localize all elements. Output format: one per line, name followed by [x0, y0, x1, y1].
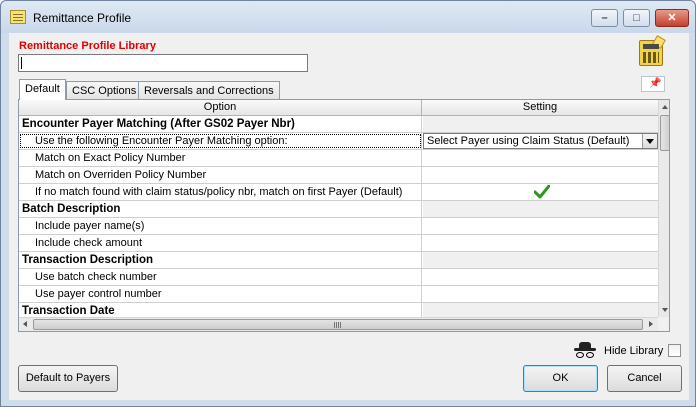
spy-glasses-icon	[572, 342, 598, 360]
payer-matching-dropdown[interactable]: Select Payer using Claim Status (Default…	[423, 133, 658, 149]
group-label: Encounter Payer Matching (After GS02 Pay…	[19, 116, 422, 132]
table-row[interactable]: Match on Exact Policy Number	[19, 150, 658, 167]
close-icon: ✕	[667, 12, 677, 24]
table-row[interactable]: If no match found with claim status/poli…	[19, 184, 658, 201]
group-setting-cell	[423, 116, 658, 132]
grip-icon	[334, 322, 342, 328]
scroll-up-icon[interactable]	[659, 100, 669, 114]
tab-reversals-and-corrections[interactable]: Reversals and Corrections	[138, 81, 280, 99]
group-setting-cell	[423, 201, 658, 217]
calculator-keys	[643, 52, 659, 63]
cancel-button[interactable]: Cancel	[607, 365, 682, 392]
pin-button[interactable]: 📌	[641, 76, 665, 92]
scroll-left-icon[interactable]	[19, 318, 33, 331]
setting-cell[interactable]: Select Payer using Claim Status (Default…	[423, 133, 658, 149]
group-label: Batch Description	[19, 201, 422, 217]
dialog-body: Remittance Profile Library 📌 Default CSC…	[9, 33, 689, 400]
group-setting-cell	[423, 252, 658, 268]
group-row[interactable]: Transaction Description	[19, 252, 658, 269]
window-title: Remittance Profile	[33, 11, 132, 25]
vertical-scroll-thumb[interactable]	[660, 115, 669, 151]
scroll-down-icon[interactable]	[659, 303, 669, 317]
option-label: Use the following Encounter Payer Matchi…	[19, 133, 422, 149]
close-button[interactable]: ✕	[655, 9, 689, 27]
setting-cell[interactable]	[423, 184, 658, 200]
library-label: Remittance Profile Library	[19, 40, 156, 52]
option-label: Match on Exact Policy Number	[19, 150, 422, 166]
default-to-payers-button[interactable]: Default to Payers	[18, 365, 118, 392]
options-grid: Option Setting Encounter Payer Matching …	[18, 99, 670, 332]
maximize-icon: □	[633, 12, 640, 24]
setting-cell[interactable]	[423, 150, 658, 166]
maximize-button[interactable]: □	[623, 9, 650, 27]
table-row[interactable]: Include check amount	[19, 235, 658, 252]
library-input[interactable]	[18, 54, 308, 72]
pin-icon: 📌	[649, 78, 662, 89]
vertical-scrollbar[interactable]	[658, 100, 669, 317]
hide-library-label[interactable]: Hide Library	[604, 345, 663, 357]
table-row[interactable]: Use the following Encounter Payer Matchi…	[19, 133, 658, 150]
hide-library-checkbox[interactable]	[668, 344, 681, 357]
horizontal-scrollbar[interactable]	[19, 317, 658, 331]
tab-default[interactable]: Default	[19, 79, 66, 100]
minimize-button[interactable]: –	[591, 9, 618, 27]
ok-button[interactable]: OK	[523, 365, 598, 392]
chevron-down-icon[interactable]	[642, 134, 657, 148]
glasses-lens	[586, 352, 594, 358]
title-bar[interactable]: Remittance Profile – □ ✕	[1, 1, 695, 33]
option-label: Include check amount	[19, 235, 422, 251]
glasses-lens	[576, 352, 584, 358]
table-row[interactable]: Use payer control number	[19, 286, 658, 303]
group-row[interactable]: Batch Description	[19, 201, 658, 218]
table-row[interactable]: Use batch check number	[19, 269, 658, 286]
tab-csc-options[interactable]: CSC Options	[66, 81, 143, 99]
group-row[interactable]: Encounter Payer Matching (After GS02 Pay…	[19, 116, 658, 133]
setting-cell[interactable]	[423, 167, 658, 183]
setting-cell[interactable]	[423, 235, 658, 251]
group-label: Transaction Description	[19, 252, 422, 268]
scrollbar-corner	[658, 317, 669, 331]
calculator-screen	[643, 44, 659, 49]
table-row[interactable]: Match on Overriden Policy Number	[19, 167, 658, 184]
setting-cell[interactable]	[423, 286, 658, 302]
column-header-option[interactable]: Option	[19, 100, 422, 116]
option-label: Use batch check number	[19, 269, 422, 285]
calculator-icon[interactable]	[639, 35, 666, 66]
table-row[interactable]: Include payer name(s)	[19, 218, 658, 235]
dropdown-value: Select Payer using Claim Status (Default…	[427, 135, 630, 147]
option-label: Include payer name(s)	[19, 218, 422, 234]
option-label: Match on Overriden Policy Number	[19, 167, 422, 183]
green-checkmark-icon[interactable]	[534, 185, 550, 199]
setting-cell[interactable]	[423, 218, 658, 234]
notepad-icon	[10, 10, 26, 24]
horizontal-scroll-thumb[interactable]	[33, 319, 643, 330]
option-label: If no match found with claim status/poli…	[19, 184, 422, 200]
hat-brim	[574, 348, 596, 351]
remittance-profile-window: Remittance Profile – □ ✕ Remittance Prof…	[0, 0, 696, 407]
scroll-right-icon[interactable]	[644, 318, 658, 331]
setting-cell[interactable]	[423, 269, 658, 285]
minimize-icon: –	[601, 12, 608, 24]
option-label: Use payer control number	[19, 286, 422, 302]
column-header-setting[interactable]: Setting	[422, 100, 658, 116]
